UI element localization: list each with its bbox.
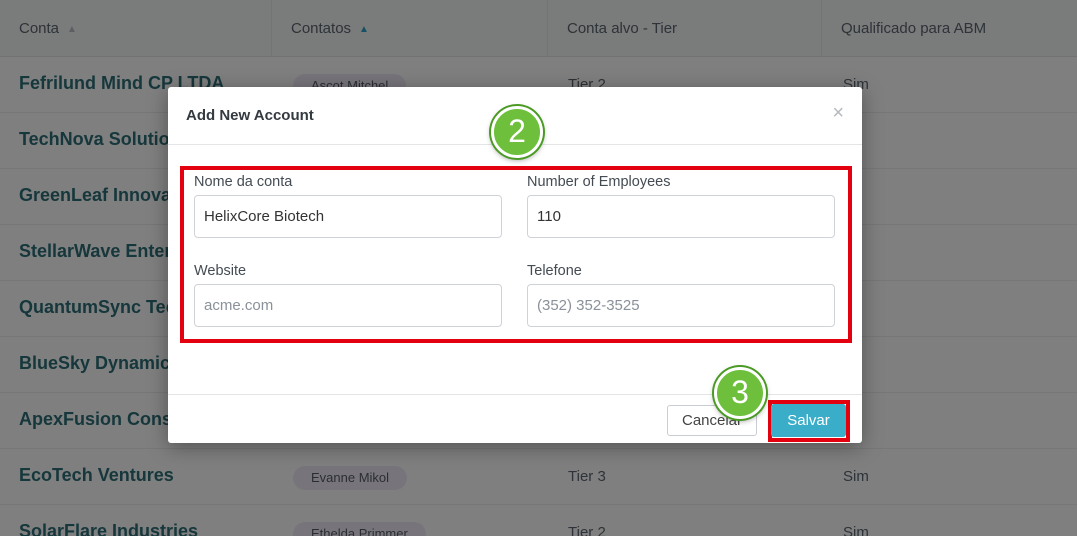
employees-label: Number of Employees [527, 174, 671, 190]
phone-field: Telefone [527, 263, 835, 327]
website-input[interactable] [194, 284, 502, 327]
account-name-field: Nome da conta [194, 174, 502, 238]
save-button[interactable]: Salvar [771, 404, 846, 437]
website-label: Website [194, 263, 247, 279]
website-field: Website [194, 263, 502, 327]
dialog-title: Add New Account [186, 107, 314, 124]
phone-input[interactable] [527, 284, 835, 327]
phone-label: Telefone [527, 263, 582, 279]
account-name-input[interactable] [194, 195, 502, 238]
employees-field: Number of Employees [527, 174, 835, 238]
account-name-label: Nome da conta [194, 174, 293, 190]
employees-input[interactable] [527, 195, 835, 238]
close-icon[interactable]: × [832, 103, 844, 123]
step-marker-3: 3 [714, 367, 766, 419]
step-marker-2: 2 [491, 106, 543, 158]
